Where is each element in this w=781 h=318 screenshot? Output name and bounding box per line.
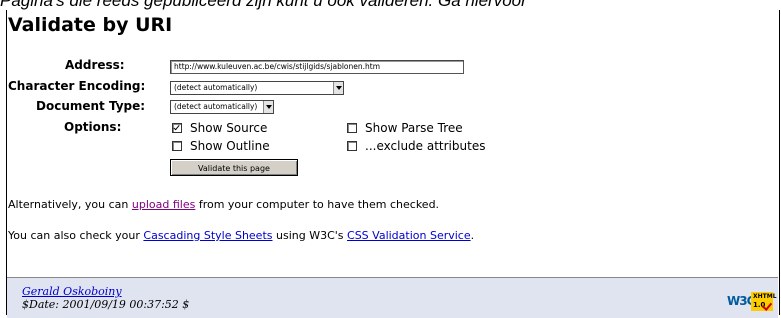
badge-xhtml-text: XHTML [753, 293, 777, 300]
show-source-option[interactable]: Show Source [172, 121, 267, 135]
show-outline-option[interactable]: Show Outline [172, 139, 270, 153]
css-link[interactable]: Cascading Style Sheets [143, 229, 272, 242]
upload-alternative-text: Alternatively, you can upload files from… [8, 198, 439, 211]
address-label: Address: [65, 58, 125, 72]
exclude-attributes-option[interactable]: ...exclude attributes [347, 139, 485, 153]
encoding-select[interactable]: (detect automatically) [170, 81, 344, 95]
exclude-attributes-label: ...exclude attributes [365, 139, 486, 153]
show-source-checkbox[interactable] [172, 123, 182, 133]
css-suffix: . [470, 229, 475, 242]
alt-prefix: Alternatively, you can [8, 198, 132, 211]
show-outline-checkbox[interactable] [172, 141, 182, 151]
screenshot-frame [6, 10, 780, 315]
upload-files-link[interactable]: upload files [132, 198, 195, 211]
show-parse-tree-checkbox[interactable] [347, 123, 357, 133]
w3c-xhtml-badge[interactable]: W3C XHTML 1.0 [725, 292, 777, 311]
page-title: Validate by URI [8, 14, 173, 36]
css-validation-service-link[interactable]: CSS Validation Service [347, 229, 471, 242]
show-parse-tree-label: Show Parse Tree [365, 121, 463, 135]
show-parse-tree-option[interactable]: Show Parse Tree [347, 121, 463, 135]
caption-text: Pagina's die reeds gepubliceerd zijn kun… [0, 0, 527, 10]
doctype-select[interactable]: (detect automatically) [170, 100, 274, 114]
doctype-select-value: (detect automatically) [174, 102, 258, 111]
show-source-label: Show Source [190, 121, 268, 135]
validate-button[interactable]: Validate this page [170, 159, 298, 176]
css-check-text: You can also check your Cascading Style … [8, 229, 474, 242]
chevron-down-icon[interactable] [333, 82, 343, 94]
encoding-label: Character Encoding: [8, 79, 146, 93]
doctype-label: Document Type: [36, 99, 146, 113]
encoding-select-value: (detect automatically) [174, 83, 258, 92]
alt-suffix: from your computer to have them checked. [195, 198, 440, 211]
show-outline-label: Show Outline [190, 139, 270, 153]
exclude-attributes-checkbox[interactable] [347, 141, 357, 151]
xhtml-valid-icon: XHTML 1.0 [751, 292, 777, 311]
address-input[interactable]: http://www.kuleuven.ac.be/cwis/stijlgids… [170, 60, 464, 74]
css-prefix: You can also check your [8, 229, 144, 242]
revision-date: $Date: 2001/09/19 00:37:52 $ [22, 298, 190, 311]
author-link[interactable]: Gerald Oskoboiny [22, 285, 122, 298]
css-middle: using W3C's [272, 229, 348, 242]
options-label: Options: [64, 120, 122, 134]
chevron-down-icon[interactable] [263, 101, 273, 113]
